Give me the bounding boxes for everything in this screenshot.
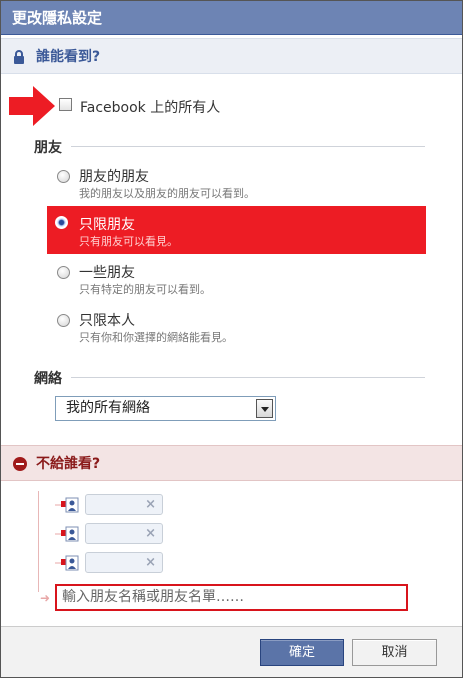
radio-friends-only[interactable] (55, 216, 68, 229)
cancel-button[interactable]: 取消 (352, 639, 437, 666)
tree-connector (38, 491, 39, 592)
friends-divider (71, 146, 425, 147)
excluded-token[interactable]: × (85, 494, 163, 515)
dialog-footer: 確定 取消 (1, 626, 462, 677)
friend-list-icon (55, 526, 79, 542)
who-can-see-heading: 誰能看到? (36, 49, 101, 65)
option-subtitle: 只有你和你選擇的網絡能看見。 (79, 331, 233, 344)
excluded-token[interactable]: × (85, 523, 163, 544)
privacy-dialog: 更改隱私設定 誰能看到? Facebook 上的所有人 朋友 朋友的朋友 我的朋… (0, 0, 463, 678)
option-subtitle: 只有朋友可以看見。 (79, 235, 178, 248)
minus-circle-icon (13, 457, 27, 471)
close-icon[interactable]: × (145, 554, 156, 572)
friend-list-icon (55, 497, 79, 513)
excluded-token[interactable]: × (85, 552, 163, 573)
option-title: 只限朋友 (79, 217, 135, 233)
friend-list-icon (55, 555, 79, 571)
option-title: 只限本人 (79, 313, 135, 329)
networks-group-label: 網絡 (34, 371, 62, 387)
close-icon[interactable]: × (145, 496, 156, 514)
chevron-down-icon[interactable] (256, 399, 273, 418)
networks-select[interactable]: 我的所有網絡 (55, 396, 276, 421)
red-arrow-icon (9, 86, 55, 126)
friend-name-input[interactable]: 輸入朋友名稱或朋友名單…… (55, 584, 408, 611)
friend-name-placeholder: 輸入朋友名稱或朋友名單…… (62, 589, 244, 605)
option-subtitle: 我的朋友以及朋友的朋友可以看到。 (79, 187, 255, 200)
option-subtitle: 只有特定的朋友可以看到。 (79, 283, 211, 296)
option-friends-only[interactable]: 只限朋友 只有朋友可以看見。 (47, 206, 426, 254)
option-title: 一些朋友 (79, 265, 135, 281)
who-can-see-header: 誰能看到? (1, 38, 462, 74)
dialog-title: 更改隱私設定 (1, 1, 462, 35)
everyone-checkbox[interactable] (59, 98, 72, 111)
option-title: 朋友的朋友 (79, 169, 149, 185)
networks-divider (71, 377, 425, 378)
arrow-right-icon: ➜ (40, 591, 51, 605)
hide-from-heading: 不給誰看? (36, 456, 101, 472)
lock-icon (14, 50, 24, 64)
confirm-button[interactable]: 確定 (260, 639, 344, 666)
radio-some-friends[interactable] (57, 266, 70, 279)
networks-select-value: 我的所有網絡 (66, 400, 150, 416)
everyone-label: Facebook 上的所有人 (80, 100, 221, 116)
friends-group-label: 朋友 (34, 140, 62, 156)
hide-from-header: 不給誰看? (1, 445, 462, 481)
radio-only-me[interactable] (57, 314, 70, 327)
radio-friends-of-friends[interactable] (57, 170, 70, 183)
close-icon[interactable]: × (145, 525, 156, 543)
